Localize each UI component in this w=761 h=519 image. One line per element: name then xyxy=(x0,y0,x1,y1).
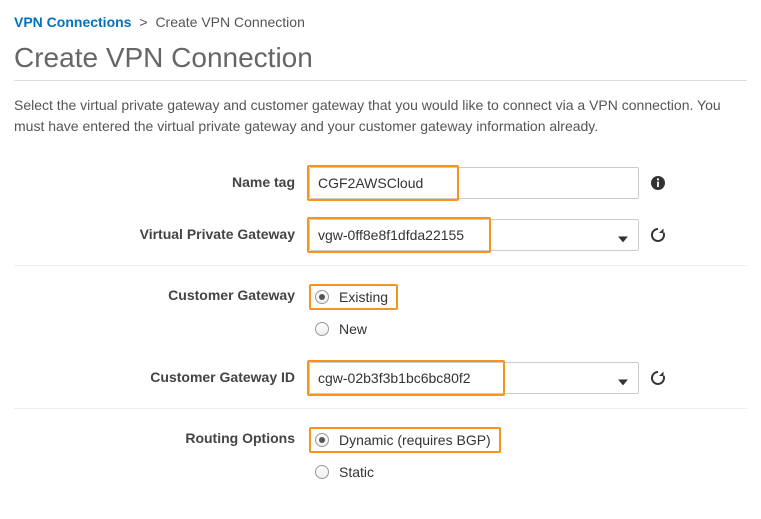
row-routing: Routing Options Dynamic (requires BGP) S… xyxy=(14,423,747,485)
name-tag-value: CGF2AWSCloud xyxy=(318,175,423,191)
row-name-tag: Name tag CGF2AWSCloud xyxy=(14,167,747,199)
radio-dynamic-label: Dynamic (requires BGP) xyxy=(339,432,491,448)
radio-new-label: New xyxy=(339,321,367,337)
breadcrumb: VPN Connections > Create VPN Connection xyxy=(14,14,747,30)
info-icon[interactable] xyxy=(649,174,667,192)
radio-icon xyxy=(315,322,329,336)
label-vpg: Virtual Private Gateway xyxy=(14,219,309,242)
radio-icon xyxy=(315,465,329,479)
radio-existing[interactable]: Existing xyxy=(309,284,398,310)
name-tag-input[interactable]: CGF2AWSCloud xyxy=(309,167,639,199)
section-divider-2 xyxy=(14,408,747,409)
radio-static-label: Static xyxy=(339,464,374,480)
row-vpg: Virtual Private Gateway vgw-0ff8e8f1dfda… xyxy=(14,219,747,251)
radio-new[interactable]: New xyxy=(309,316,398,342)
routing-radio-group: Dynamic (requires BGP) Static xyxy=(309,423,501,485)
radio-dynamic[interactable]: Dynamic (requires BGP) xyxy=(309,427,501,453)
radio-static[interactable]: Static xyxy=(309,459,501,485)
refresh-icon[interactable] xyxy=(649,369,667,387)
chevron-down-icon xyxy=(618,372,628,388)
radio-existing-label: Existing xyxy=(339,289,388,305)
page-description: Select the virtual private gateway and c… xyxy=(14,95,747,137)
label-routing: Routing Options xyxy=(14,423,309,446)
radio-icon xyxy=(315,433,329,447)
label-cgw-id: Customer Gateway ID xyxy=(14,362,309,385)
label-customer-gateway: Customer Gateway xyxy=(14,280,309,303)
breadcrumb-root-link[interactable]: VPN Connections xyxy=(14,14,131,30)
title-divider xyxy=(14,80,747,81)
cgw-id-value: cgw-02b3f3b1bc6bc80f2 xyxy=(318,370,471,386)
breadcrumb-sep: > xyxy=(139,14,147,30)
breadcrumb-current: Create VPN Connection xyxy=(155,14,304,30)
customer-gateway-radio-group: Existing New xyxy=(309,280,398,342)
vpg-value: vgw-0ff8e8f1dfda22155 xyxy=(318,227,464,243)
page-title: Create VPN Connection xyxy=(14,42,747,74)
chevron-down-icon xyxy=(618,229,628,245)
cgw-id-select[interactable]: cgw-02b3f3b1bc6bc80f2 xyxy=(309,362,639,394)
label-name-tag: Name tag xyxy=(14,167,309,190)
row-cgw-id: Customer Gateway ID cgw-02b3f3b1bc6bc80f… xyxy=(14,362,747,394)
radio-icon xyxy=(315,290,329,304)
refresh-icon[interactable] xyxy=(649,226,667,244)
vpg-select[interactable]: vgw-0ff8e8f1dfda22155 xyxy=(309,219,639,251)
row-customer-gateway: Customer Gateway Existing New xyxy=(14,280,747,342)
section-divider-1 xyxy=(14,265,747,266)
